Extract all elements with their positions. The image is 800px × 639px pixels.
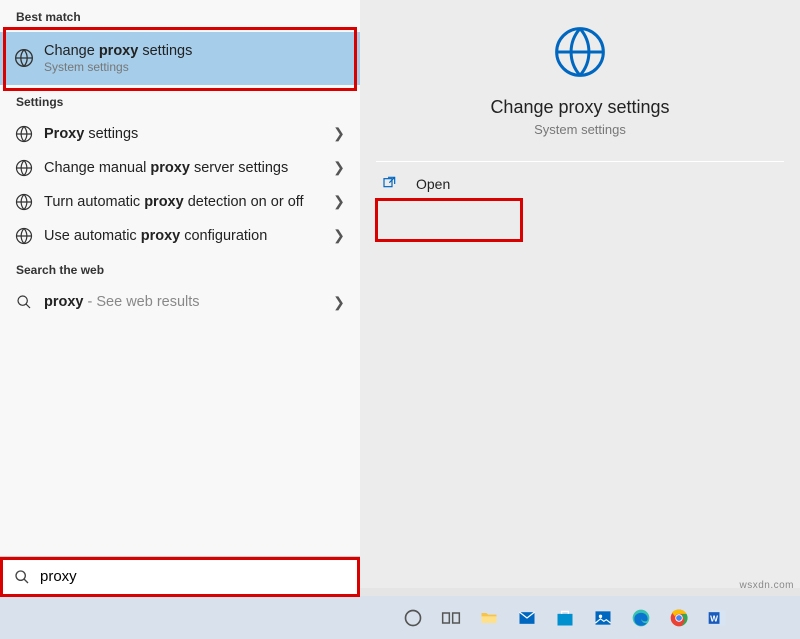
web-item-proxy[interactable]: proxy - See web results ❯ (0, 285, 360, 319)
globe-icon (12, 48, 36, 68)
cortana-icon[interactable] (398, 603, 428, 633)
store-icon[interactable] (550, 603, 580, 633)
chrome-icon[interactable] (664, 603, 694, 633)
preview-title: Change proxy settings (360, 97, 800, 118)
search-box[interactable] (0, 556, 360, 596)
taskbar: W (0, 596, 800, 639)
edge-icon[interactable] (626, 603, 656, 633)
section-search-web: Search the web (0, 253, 360, 285)
best-match-text: Change proxy settings System settings (44, 42, 348, 75)
settings-item-use-automatic-proxy[interactable]: Use automatic proxy configuration ❯ (0, 219, 360, 253)
file-explorer-icon[interactable] (474, 603, 504, 633)
globe-icon (12, 193, 36, 211)
search-icon (12, 294, 36, 310)
settings-item-proxy-settings[interactable]: Proxy settings ❯ (0, 117, 360, 151)
preview-header: Change proxy settings System settings (360, 0, 800, 155)
section-settings: Settings (0, 85, 360, 117)
search-icon (14, 569, 30, 585)
open-action[interactable]: Open (360, 162, 800, 205)
open-label: Open (416, 176, 450, 192)
chevron-right-icon: ❯ (330, 125, 348, 142)
chevron-right-icon: ❯ (330, 159, 348, 176)
chevron-right-icon: ❯ (330, 294, 348, 311)
photos-icon[interactable] (588, 603, 618, 633)
section-best-match: Best match (0, 0, 360, 32)
word-icon[interactable]: W (702, 603, 732, 633)
chevron-right-icon: ❯ (330, 193, 348, 210)
svg-text:W: W (710, 613, 718, 623)
globe-icon (12, 125, 36, 143)
settings-item-turn-automatic-proxy[interactable]: Turn automatic proxy detection on or off… (0, 185, 360, 219)
globe-icon (12, 159, 36, 177)
task-view-icon[interactable] (436, 603, 466, 633)
watermark: wsxdn.com (739, 580, 794, 591)
settings-item-change-manual-proxy[interactable]: Change manual proxy server settings ❯ (0, 151, 360, 185)
mail-icon[interactable] (512, 603, 542, 633)
chevron-right-icon: ❯ (330, 227, 348, 244)
globe-icon (360, 24, 800, 83)
globe-icon (12, 227, 36, 245)
preview-pane: Change proxy settings System settings Op… (360, 0, 800, 588)
search-results-pane: Best match Change proxy settings System … (0, 0, 360, 588)
best-match-item[interactable]: Change proxy settings System settings (0, 32, 360, 85)
search-input[interactable] (40, 568, 346, 585)
preview-subtitle: System settings (360, 122, 800, 137)
open-icon (382, 174, 398, 193)
